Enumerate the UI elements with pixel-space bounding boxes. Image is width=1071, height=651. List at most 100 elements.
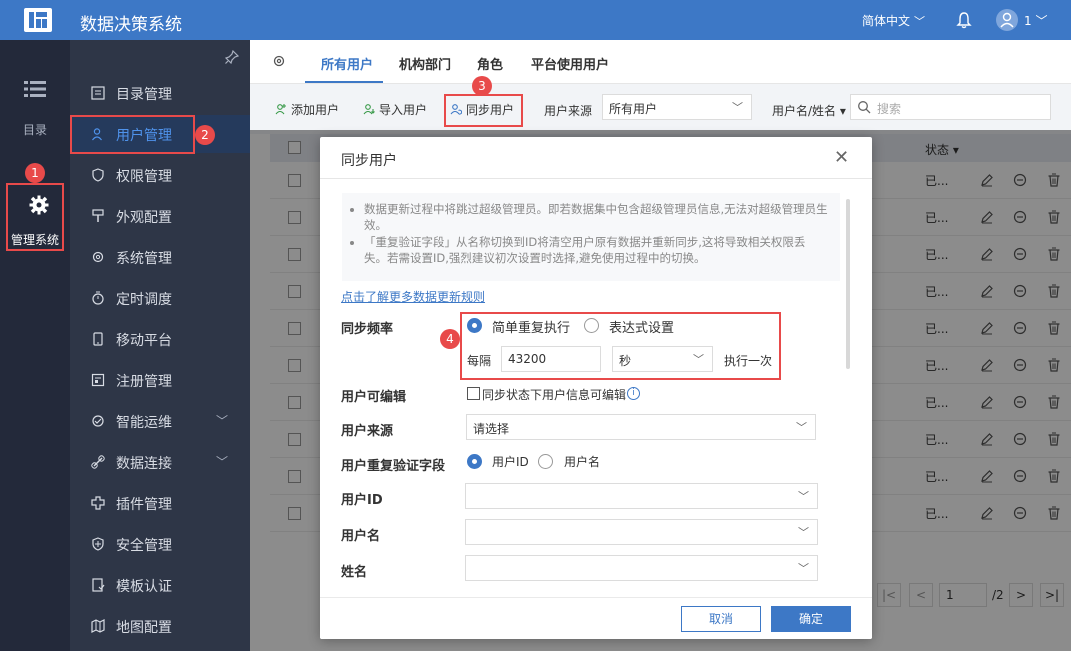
chevron-down-icon: ﹀ [798, 490, 809, 503]
sidebar-item-map[interactable]: 地图配置 [70, 607, 250, 645]
sidebar-item-register[interactable]: 注册管理 [70, 361, 250, 399]
chevron-down-icon: ﹀ [798, 562, 809, 575]
cancel-button[interactable]: 取消 [681, 606, 761, 632]
tabs-bar: 所有用户 机构部门 角色 平台使用用户 [250, 40, 1071, 84]
list-icon[interactable] [24, 80, 46, 98]
unit-value: 秒 [619, 354, 632, 368]
sidebar-item-label: 目录管理 [116, 87, 172, 103]
security-icon [92, 537, 104, 551]
pin-icon[interactable] [225, 50, 239, 64]
rail-catalog-label[interactable]: 目录 [23, 121, 47, 138]
sidebar-item-label: 插件管理 [116, 497, 172, 513]
user-editable-text[interactable]: 同步状态下用户信息可编辑 [482, 386, 626, 403]
sidebar-item-security[interactable]: 安全管理 [70, 525, 250, 563]
close-icon[interactable]: ✕ [834, 149, 849, 167]
step-badge-2: 2 [195, 125, 215, 145]
search-placeholder: 搜索 [877, 102, 902, 116]
sidebar-item-template[interactable]: 模板认证 [70, 566, 250, 604]
tab-all-users[interactable]: 所有用户 [321, 54, 373, 73]
language-selector[interactable]: 简体中文 ﹀ [862, 12, 925, 29]
exec-once-label: 执行一次 [724, 354, 773, 368]
user-source-value: 所有用户 [609, 102, 658, 116]
unit-select[interactable]: 秒 ﹀ [612, 346, 713, 372]
dialog-scrollbar[interactable] [846, 199, 850, 369]
sidebar-item-plugins[interactable]: 插件管理 [70, 484, 250, 522]
sidebar-item-label: 安全管理 [116, 538, 172, 554]
add-user-button[interactable]: 添加用户 [275, 101, 339, 118]
chevron-down-icon: ﹀ [798, 526, 809, 539]
sidebar-item-ops[interactable]: 智能运维 ﹀ [70, 402, 250, 440]
freq-expression-label[interactable]: 表达式设置 [609, 317, 674, 336]
learn-more-link[interactable]: 点击了解更多数据更新规则 [341, 288, 485, 305]
realname-select[interactable]: ﹀ [465, 555, 818, 581]
search-icon [858, 101, 871, 114]
tab-departments[interactable]: 机构部门 [399, 54, 451, 73]
dup-name-label[interactable]: 用户名 [564, 453, 600, 470]
sidebar-item-label: 智能运维 [116, 415, 172, 431]
sidebar-item-mobile[interactable]: 移动平台 [70, 320, 250, 358]
chevron-down-icon: ﹀ [216, 414, 229, 428]
userid-select[interactable]: ﹀ [465, 483, 818, 509]
ops-icon [92, 415, 104, 427]
freq-simple-radio[interactable] [467, 318, 482, 333]
map-icon [91, 619, 105, 633]
userid-label: 用户ID [341, 493, 383, 508]
user-menu[interactable]: 1 ﹀ [1024, 12, 1047, 29]
left-rail: 目录 管理系统 [0, 40, 70, 651]
search-input[interactable]: 搜索 [850, 94, 1051, 120]
info-icon[interactable]: i [627, 387, 640, 400]
user-source-select[interactable]: 所有用户 ﹀ [602, 94, 752, 120]
user-editable-checkbox[interactable] [467, 387, 480, 400]
dup-id-radio[interactable] [467, 454, 482, 469]
register-icon [91, 373, 105, 387]
dialog-source-placeholder: 请选择 [473, 422, 510, 436]
step-badge-1: 1 [25, 163, 45, 183]
note-item: 「重复验证字段」从名称切换到ID将清空用户原有数据并重新同步,这将导致相关权限丢… [364, 234, 828, 266]
dup-name-radio[interactable] [538, 454, 553, 469]
gear-icon [29, 195, 49, 215]
sidebar-item-permissions[interactable]: 权限管理 [70, 156, 250, 194]
interval-input[interactable]: 43200 [501, 346, 601, 372]
tab-platform-users[interactable]: 平台使用用户 [531, 54, 609, 73]
username-select[interactable]: ﹀ [465, 519, 818, 545]
user-avatar-icon[interactable] [996, 9, 1018, 31]
import-user-button[interactable]: 导入用户 [363, 101, 427, 118]
dialog-source-select[interactable]: 请选择 ﹀ [466, 414, 816, 440]
chevron-down-icon: ﹀ [693, 353, 704, 366]
chevron-down-icon: ﹀ [732, 101, 743, 114]
sidebar-item-data-connection[interactable]: 数据连接 ﹀ [70, 443, 250, 481]
step-badge-3: 3 [472, 76, 492, 96]
sidebar-item-system[interactable]: 系统管理 [70, 238, 250, 276]
caret-down-icon: ▾ [839, 104, 846, 118]
bell-icon[interactable] [956, 11, 972, 29]
tab-roles[interactable]: 角色 [477, 54, 503, 73]
sidebar-item-appearance[interactable]: 外观配置 [70, 197, 250, 235]
active-tab-indicator [305, 81, 383, 83]
dialog-title: 同步用户 [341, 153, 397, 169]
app-title: 数据决策系统 [80, 15, 182, 35]
sidebar-item-label: 定时调度 [116, 292, 172, 308]
confirm-button[interactable]: 确定 [771, 606, 851, 632]
sidebar-item-schedule[interactable]: 定时调度 [70, 279, 250, 317]
sidebar-item-label: 移动平台 [116, 333, 172, 349]
dup-id-label[interactable]: 用户ID [492, 453, 529, 470]
name-filter-dropdown[interactable]: 用户名/姓名 ▾ [772, 102, 846, 119]
shield-icon [92, 168, 104, 182]
chevron-down-icon: ﹀ [796, 421, 807, 434]
every-label: 每隔 [467, 354, 492, 368]
link-icon [91, 455, 105, 469]
freq-simple-label[interactable]: 简单重复执行 [492, 317, 570, 336]
sidebar-item-catalog[interactable]: 目录管理 [70, 74, 250, 112]
rail-mgmt-system[interactable]: 管理系统 [6, 183, 64, 251]
timer-icon [92, 291, 104, 305]
freq-expression-radio[interactable] [584, 318, 599, 333]
sync-frequency-label: 同步频率 [341, 322, 394, 337]
name-filter-label: 用户名/姓名 [772, 104, 837, 118]
note-item: 数据更新过程中将跳过超级管理员。即若数据集中包含超级管理员信息,无法对超级管理员… [364, 201, 828, 233]
settings-icon[interactable] [272, 54, 286, 68]
toolbar: 添加用户 导入用户 同步用户 用户来源 所有用户 ﹀ 用户名/姓名 ▾ 搜索 [250, 84, 1071, 134]
dialog-footer: 取消 确定 [320, 597, 872, 639]
dup-field-label: 用户重复验证字段 [341, 459, 446, 474]
user-name: 1 [1024, 14, 1032, 28]
import-user-icon [363, 104, 375, 115]
